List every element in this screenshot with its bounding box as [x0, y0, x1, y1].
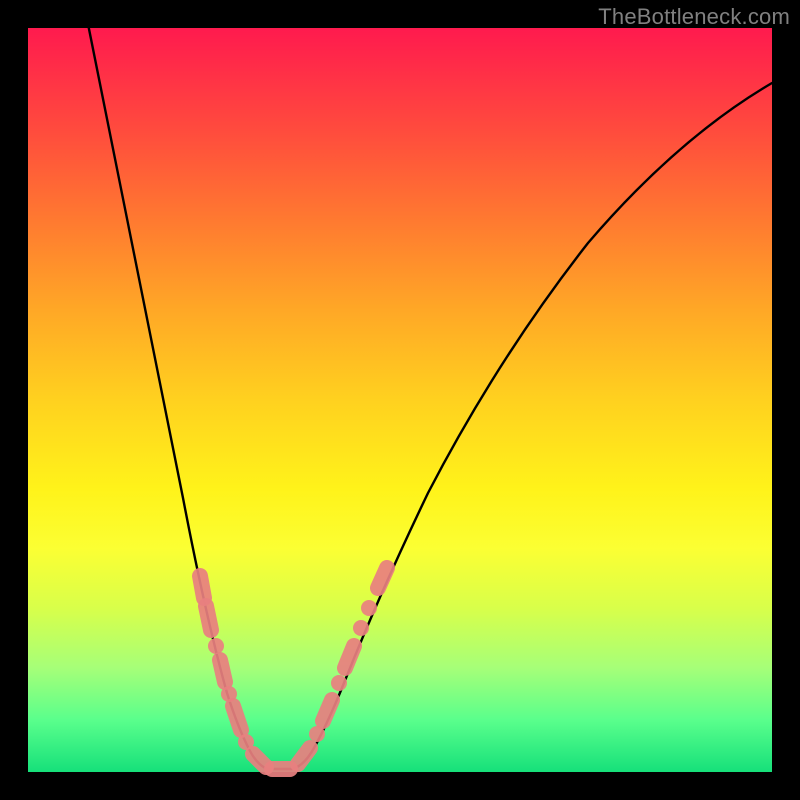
data-marker	[206, 606, 211, 630]
curve-left-branch	[88, 24, 280, 769]
data-marker	[361, 600, 377, 616]
data-marker	[220, 660, 225, 682]
data-marker	[378, 568, 387, 588]
data-marker	[208, 638, 224, 654]
data-marker	[200, 576, 204, 598]
data-marker	[353, 620, 369, 636]
data-marker	[345, 646, 354, 668]
data-marker	[331, 675, 347, 691]
data-marker	[298, 748, 310, 764]
chart-root: TheBottleneck.com	[0, 0, 800, 800]
curve-svg	[28, 28, 772, 772]
data-marker	[323, 700, 332, 721]
plot-area	[28, 28, 772, 772]
watermark-text: TheBottleneck.com	[598, 4, 790, 30]
data-marker	[253, 754, 266, 767]
data-marker	[233, 706, 241, 730]
